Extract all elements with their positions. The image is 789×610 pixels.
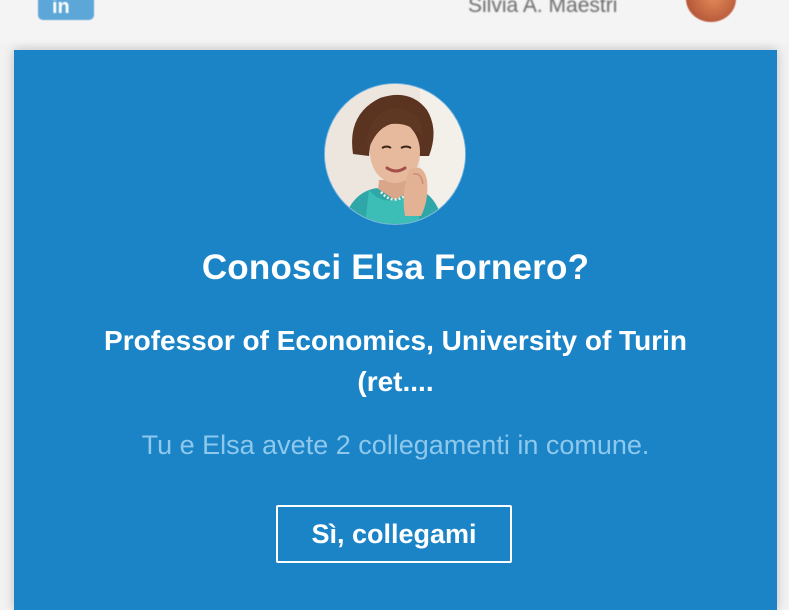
linkedin-logo[interactable]: in bbox=[38, 0, 94, 20]
top-bar: in Silvia A. Maestri bbox=[0, 0, 789, 44]
people-suggestion-card: Conosci Elsa Fornero? Professor of Econo… bbox=[14, 50, 777, 610]
user-name[interactable]: Silvia A. Maestri bbox=[468, 0, 617, 18]
profile-photo[interactable] bbox=[325, 84, 465, 224]
user-avatar[interactable] bbox=[686, 0, 736, 22]
connect-button[interactable]: Sì, collegami bbox=[276, 505, 512, 563]
mutual-connections-text[interactable]: Tu e Elsa avete 2 collegamenti in comune… bbox=[14, 430, 777, 461]
suggestion-title: Conosci Elsa Fornero? bbox=[201, 248, 590, 287]
profile-photo-image bbox=[325, 84, 465, 224]
logo-text: in bbox=[52, 0, 70, 18]
profile-headline: Professor of Economics, University of Tu… bbox=[104, 325, 687, 397]
